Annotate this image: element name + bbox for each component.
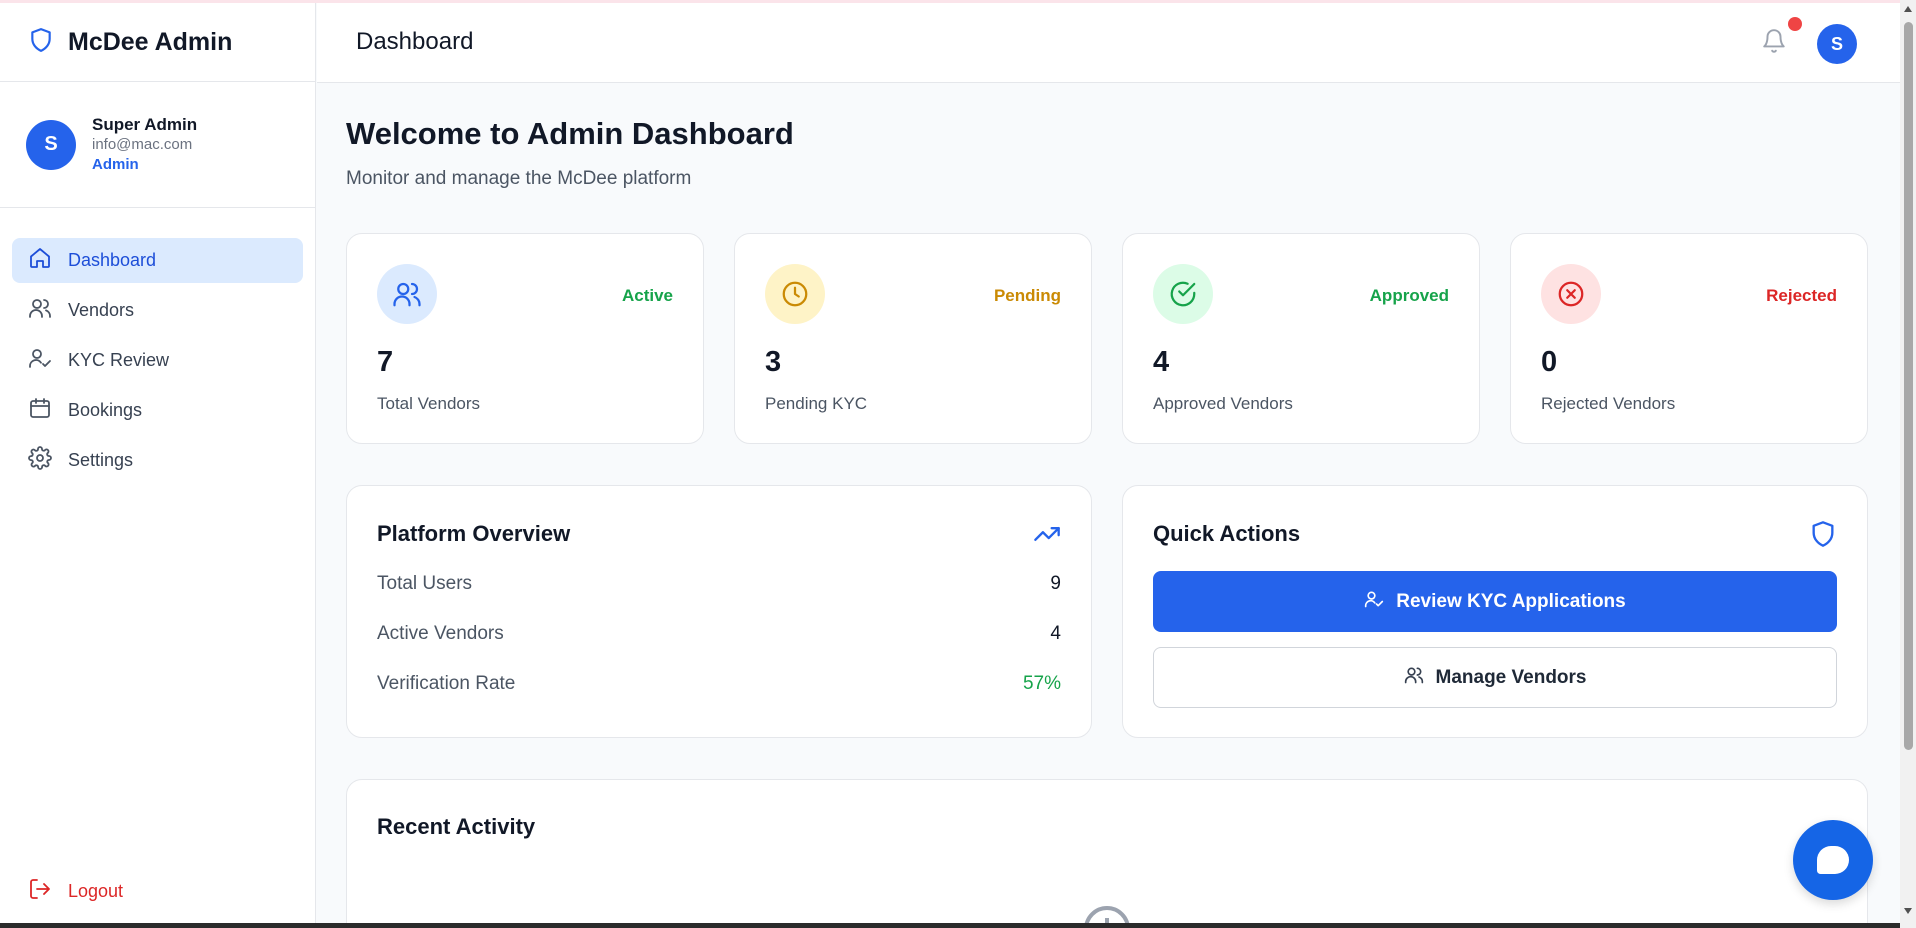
manage-vendors-button[interactable]: Manage Vendors bbox=[1153, 647, 1837, 708]
welcome-title: Welcome to Admin Dashboard bbox=[346, 116, 794, 151]
page-title: Dashboard bbox=[356, 28, 474, 55]
overview-label: Total Users bbox=[377, 573, 473, 594]
scrollbar[interactable] bbox=[1900, 0, 1916, 928]
overview-row-total-users: Total Users 9 bbox=[377, 569, 1061, 599]
sidebar-item-label: Settings bbox=[68, 450, 134, 470]
panel-title: Platform Overview bbox=[377, 521, 571, 546]
overview-value: 57% bbox=[1022, 673, 1061, 694]
scroll-thumb[interactable] bbox=[1904, 22, 1913, 750]
x-circle-icon bbox=[1541, 264, 1601, 324]
users-icon bbox=[1404, 665, 1436, 691]
logout-button[interactable]: Logout bbox=[28, 877, 123, 906]
brand[interactable]: McDee Admin bbox=[0, 3, 315, 82]
bell-icon[interactable] bbox=[1761, 27, 1789, 57]
logout-label: Logout bbox=[68, 881, 124, 901]
recent-activity-panel: Recent Activity bbox=[346, 779, 1868, 928]
sidebar-item-label: Bookings bbox=[68, 400, 143, 420]
users-icon bbox=[28, 296, 68, 325]
panel-title: Recent Activity bbox=[377, 814, 536, 839]
gear-icon bbox=[28, 446, 68, 475]
sidebar-item-kyc-review[interactable]: KYC Review bbox=[12, 338, 303, 383]
users-icon bbox=[377, 264, 437, 324]
status-badge: Approved bbox=[1369, 286, 1449, 305]
stat-label: Rejected Vendors bbox=[1541, 394, 1676, 413]
header-avatar[interactable]: S bbox=[1817, 24, 1857, 64]
overview-row-active-vendors: Active Vendors 4 bbox=[377, 619, 1061, 649]
sidebar-item-vendors[interactable]: Vendors bbox=[12, 288, 303, 333]
panel-title: Quick Actions bbox=[1153, 521, 1301, 546]
status-badge: Active bbox=[621, 286, 673, 305]
stat-value: 3 bbox=[765, 346, 782, 378]
sidebar-nav: Dashboard Vendors KYC Review Bookings Se… bbox=[0, 208, 315, 483]
chat-bubble-icon bbox=[1817, 846, 1849, 874]
sidebar: McDee Admin S Super Admin info@mac.com A… bbox=[0, 3, 316, 928]
calendar-icon bbox=[28, 396, 68, 425]
stat-value: 7 bbox=[377, 346, 394, 378]
sidebar-item-settings[interactable]: Settings bbox=[12, 438, 303, 483]
user-check-icon bbox=[28, 346, 68, 375]
shield-icon bbox=[1809, 520, 1837, 548]
overview-value: 9 bbox=[1050, 573, 1061, 594]
stat-label: Pending KYC bbox=[765, 394, 868, 413]
bottom-strip bbox=[0, 923, 1900, 928]
user-role: Admin bbox=[92, 156, 139, 173]
clock-icon bbox=[765, 264, 825, 324]
scroll-up-arrow-icon[interactable] bbox=[1904, 6, 1912, 12]
status-badge: Rejected bbox=[1766, 286, 1837, 305]
status-badge: Pending bbox=[993, 286, 1061, 305]
overview-value: 4 bbox=[1050, 623, 1061, 644]
user-profile: S Super Admin info@mac.com Admin bbox=[0, 82, 315, 208]
trending-up-icon bbox=[1033, 520, 1061, 548]
top-header: Dashboard S bbox=[317, 3, 1900, 83]
quick-actions-panel: Quick Actions Review KYC Applications Ma… bbox=[1122, 485, 1868, 738]
overview-label: Verification Rate bbox=[377, 673, 516, 694]
user-check-icon bbox=[1364, 589, 1396, 615]
stat-label: Total Vendors bbox=[377, 394, 481, 413]
button-label: Review KYC Applications bbox=[1396, 590, 1626, 612]
review-kyc-button[interactable]: Review KYC Applications bbox=[1153, 571, 1837, 632]
welcome-subtitle: Monitor and manage the McDee platform bbox=[346, 168, 692, 189]
sidebar-item-label: Vendors bbox=[68, 300, 135, 320]
stat-label: Approved Vendors bbox=[1153, 394, 1293, 413]
overview-row-verification-rate: Verification Rate 57% bbox=[377, 669, 1061, 699]
user-name: Super Admin bbox=[92, 115, 198, 134]
notification-dot bbox=[1788, 17, 1802, 31]
stat-card-rejected-vendors[interactable]: Rejected 0 Rejected Vendors bbox=[1510, 233, 1868, 444]
scroll-down-arrow-icon[interactable] bbox=[1904, 908, 1912, 914]
check-circle-icon bbox=[1153, 264, 1213, 324]
stat-card-total-vendors[interactable]: Active 7 Total Vendors bbox=[346, 233, 704, 444]
sidebar-item-dashboard[interactable]: Dashboard bbox=[12, 238, 303, 283]
sidebar-item-label: Dashboard bbox=[68, 250, 157, 270]
avatar: S bbox=[26, 119, 76, 170]
button-label: Manage Vendors bbox=[1435, 666, 1587, 688]
stat-card-approved-vendors[interactable]: Approved 4 Approved Vendors bbox=[1122, 233, 1480, 444]
logout-icon bbox=[28, 877, 68, 906]
platform-overview-panel: Platform Overview Total Users 9 Active V… bbox=[346, 485, 1092, 738]
home-icon bbox=[28, 246, 68, 275]
shield-icon bbox=[28, 25, 68, 60]
stat-value: 4 bbox=[1153, 346, 1170, 378]
overview-label: Active Vendors bbox=[377, 623, 504, 644]
sidebar-item-label: KYC Review bbox=[68, 350, 170, 370]
chat-button[interactable] bbox=[1793, 820, 1873, 900]
user-email: info@mac.com bbox=[92, 136, 193, 153]
stat-value: 0 bbox=[1541, 346, 1558, 378]
brand-name: McDee Admin bbox=[68, 27, 233, 56]
sidebar-item-bookings[interactable]: Bookings bbox=[12, 388, 303, 433]
stat-card-pending-kyc[interactable]: Pending 3 Pending KYC bbox=[734, 233, 1092, 444]
